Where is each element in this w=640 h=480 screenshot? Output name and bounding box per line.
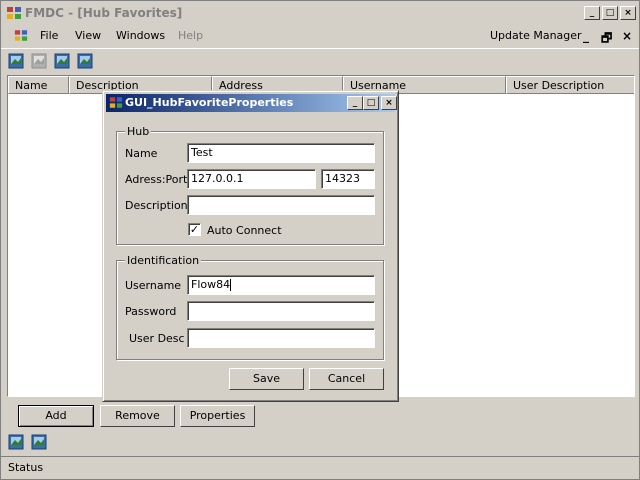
remove-button[interactable]: Remove — [100, 405, 175, 427]
minimize-button[interactable]: _ — [584, 6, 600, 20]
maximize-button[interactable]: □ — [602, 6, 618, 20]
text-caret — [230, 279, 232, 291]
toolbar — [1, 48, 639, 72]
auto-connect-label[interactable]: Auto Connect — [207, 224, 282, 237]
hub-favorite-properties-dialog: GUI_HubFavoriteProperties _ □ × Hub Name… — [102, 90, 399, 402]
menu-windows[interactable]: Windows — [116, 29, 165, 42]
menu-help[interactable]: Help — [178, 29, 203, 42]
dialog-app-icon — [109, 97, 123, 108]
properties-button[interactable]: Properties — [180, 405, 255, 427]
toolbar-image-icon-2[interactable] — [31, 53, 47, 69]
auto-connect-checkbox[interactable]: ✓ — [188, 223, 201, 236]
bottom-toolbar — [1, 431, 639, 453]
menubar: File View Windows Help Update Manager _ … — [1, 25, 639, 47]
user-desc-field[interactable] — [187, 328, 375, 348]
username-value: Flow84 — [191, 278, 231, 291]
main-titlebar[interactable]: FMDC - [Hub Favorites] _ □ × — [1, 1, 639, 25]
column-name[interactable]: Name — [8, 76, 69, 94]
hub-group-legend: Hub — [125, 125, 152, 138]
bottom-image-icon-2[interactable] — [31, 434, 47, 450]
bottom-image-icon-1[interactable] — [8, 434, 24, 450]
add-button[interactable]: Add — [18, 405, 94, 427]
name-field[interactable]: Test — [187, 143, 375, 163]
user-desc-label: User Desc — [129, 332, 185, 345]
dialog-title: GUI_HubFavoriteProperties — [125, 96, 294, 109]
dialog-maximize-button[interactable]: □ — [363, 96, 379, 110]
toolbar-image-icon-1[interactable] — [8, 53, 24, 69]
username-field[interactable]: Flow84 — [187, 275, 375, 295]
mdi-close-button[interactable]: × — [622, 29, 632, 43]
port-field[interactable]: 14323 — [321, 169, 375, 189]
cancel-button[interactable]: Cancel — [309, 368, 384, 390]
toolbar-image-icon-3[interactable] — [54, 53, 70, 69]
status-text: Status — [8, 461, 44, 474]
dialog-minimize-button[interactable]: _ — [347, 96, 363, 110]
identification-group-legend: Identification — [125, 254, 202, 267]
menu-file[interactable]: File — [40, 29, 58, 42]
password-label: Password — [125, 305, 177, 318]
menu-view[interactable]: View — [75, 29, 101, 42]
dialog-close-button[interactable]: × — [381, 96, 397, 110]
status-bar: Status — [1, 456, 639, 479]
address-field[interactable]: 127.0.0.1 — [187, 169, 316, 189]
close-button[interactable]: × — [620, 6, 636, 20]
name-label: Name — [125, 147, 158, 160]
mdi-child-icon[interactable] — [14, 29, 28, 42]
mdi-restore-button[interactable]: 🗗 — [601, 29, 612, 50]
menu-update-manager[interactable]: Update Manager — [490, 29, 582, 42]
description-label: Description — [125, 199, 188, 212]
dialog-titlebar[interactable]: GUI_HubFavoriteProperties _ □ × — [106, 94, 397, 112]
address-label: Adress:Port — [125, 173, 188, 186]
window-title: FMDC - [Hub Favorites] — [25, 6, 183, 20]
password-field[interactable] — [187, 301, 375, 321]
username-label: Username — [125, 279, 182, 292]
column-user-description[interactable]: User Description — [506, 76, 634, 94]
app-icon — [7, 7, 21, 19]
save-button[interactable]: Save — [229, 368, 304, 390]
description-field[interactable] — [187, 195, 375, 215]
mdi-minimize-button[interactable]: _ — [583, 29, 589, 43]
toolbar-image-icon-4[interactable] — [77, 53, 93, 69]
